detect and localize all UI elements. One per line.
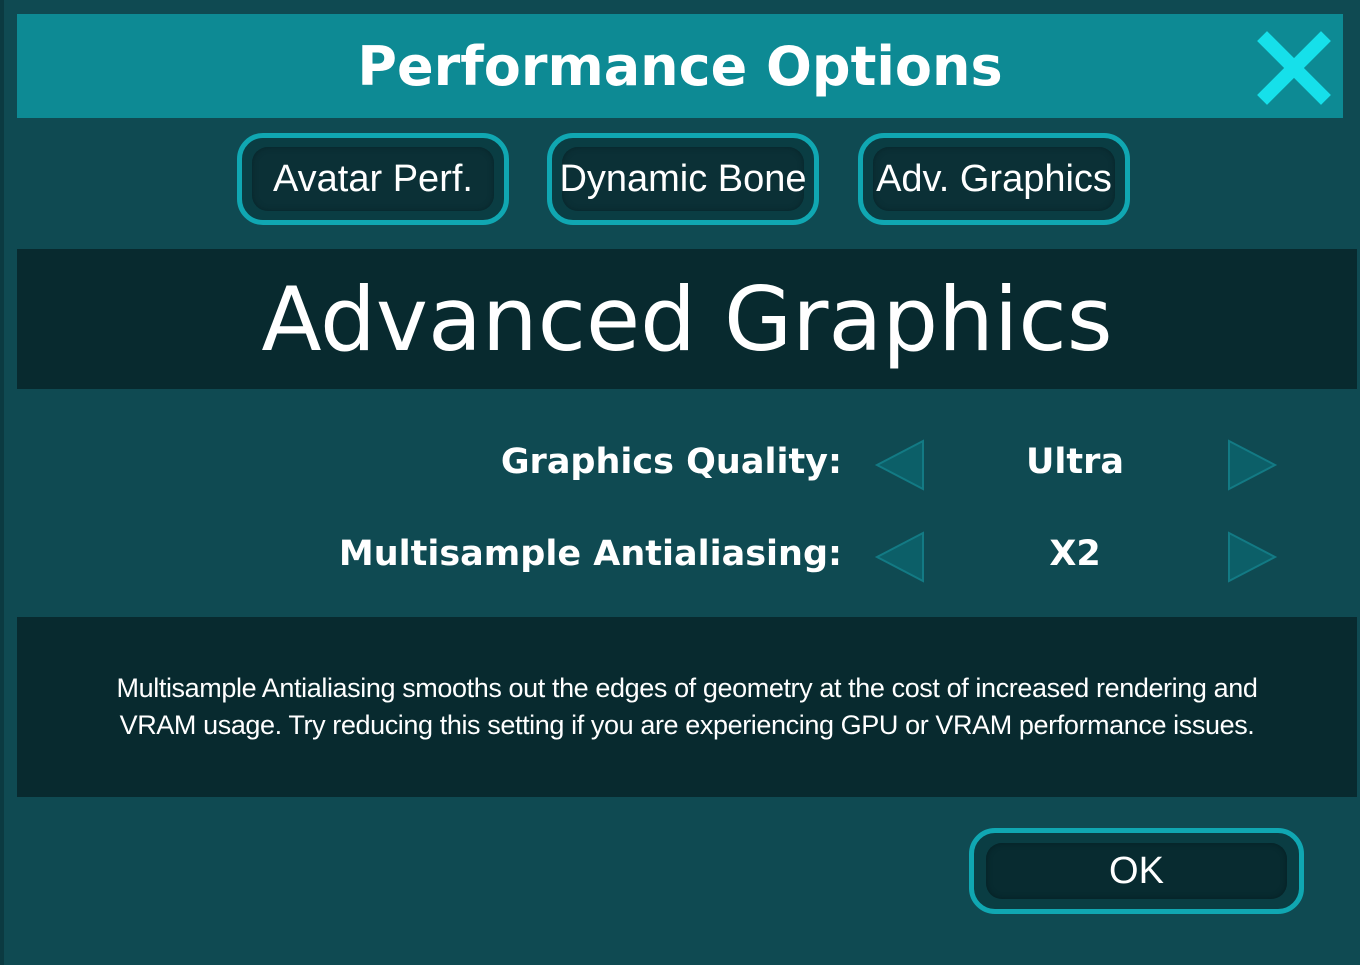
graphics-quality-next-button[interactable] [1226,438,1278,492]
setting-label: Graphics Quality: [500,442,842,482]
arrow-right-icon [1228,531,1278,583]
description-panel: Multisample Antialiasing smooths out the… [17,617,1357,797]
section-header: Advanced Graphics [17,249,1357,389]
ok-label: OK [1109,849,1164,892]
close-icon [1257,31,1331,105]
tab-adv-graphics[interactable]: Adv. Graphics [858,133,1130,225]
ok-button[interactable]: OK [969,828,1304,914]
antialiasing-prev-button[interactable] [874,530,926,584]
tab-label: Dynamic Bone [559,157,807,200]
arrow-right-icon [1228,439,1278,491]
tab-label: Avatar Perf. [273,157,473,200]
section-title: Advanced Graphics [261,267,1113,371]
performance-options-window: Performance Options Avatar Perf. Dynamic… [0,0,1360,965]
arrow-left-icon [874,531,924,583]
title-bar: Performance Options [17,14,1343,118]
arrow-left-icon [874,439,924,491]
window-title: Performance Options [357,34,1003,98]
setting-graphics-quality: Graphics Quality: Ultra [4,430,1360,500]
close-button[interactable] [1255,29,1333,107]
setting-value: Ultra [1025,442,1125,482]
setting-value: X2 [1049,534,1101,574]
setting-label: Multisample Antialiasing: [338,534,842,574]
setting-multisample-antialiasing: Multisample Antialiasing: X2 [4,522,1360,592]
tab-avatar-perf[interactable]: Avatar Perf. [237,133,509,225]
graphics-quality-prev-button[interactable] [874,438,926,492]
tab-bar: Avatar Perf. Dynamic Bone Adv. Graphics [4,133,1360,228]
antialiasing-next-button[interactable] [1226,530,1278,584]
tab-label: Adv. Graphics [876,157,1112,200]
description-text: Multisample Antialiasing smooths out the… [116,673,1258,740]
tab-dynamic-bone[interactable]: Dynamic Bone [547,133,819,225]
